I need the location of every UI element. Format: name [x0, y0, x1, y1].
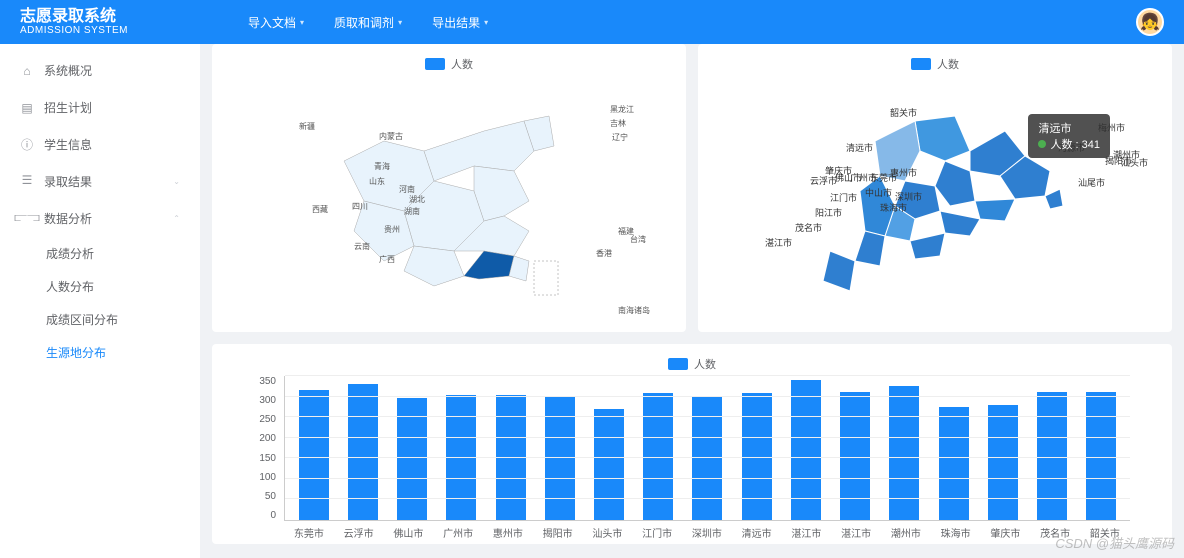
chevron-down-icon: ▾	[300, 18, 304, 27]
nav-admission[interactable]: 质取和调剂▾	[334, 14, 402, 31]
home-icon: ⌂	[20, 64, 34, 78]
list-icon: ☰	[20, 173, 34, 187]
guangdong-map[interactable]: 清远市 人数 : 341	[710, 76, 1160, 326]
sidebar-item-plan[interactable]: ▤招生计划	[0, 89, 200, 126]
sub-score-analysis[interactable]: 成绩分析	[0, 237, 200, 270]
bar[interactable]	[840, 392, 870, 520]
bar[interactable]	[594, 409, 624, 520]
bar[interactable]	[939, 407, 969, 520]
doc-icon: ▤	[20, 101, 34, 115]
china-map-panel: 人数 黑龙江	[212, 44, 686, 332]
y-axis: 350300250200150100500	[254, 376, 284, 521]
sidebar-item-student[interactable]: ⓘ学生信息	[0, 126, 200, 163]
sidebar: ⌂系统概况 ▤招生计划 ⓘ学生信息 ☰录取结果⌄ ⫍⫎数据分析⌃ 成绩分析 人数…	[0, 44, 200, 558]
bar[interactable]	[299, 390, 329, 520]
content: 人数 黑龙江	[200, 44, 1184, 558]
legend[interactable]: 人数	[224, 56, 674, 72]
bar-chart[interactable]: 350300250200150100500	[224, 376, 1160, 521]
logo: 志愿录取系统 ADMISSION SYSTEM	[20, 8, 128, 37]
china-map[interactable]: 黑龙江 吉林 辽宁 新疆 内蒙古 山东 西藏 青海 四川 云南 广西 贵州 福建…	[224, 76, 674, 326]
sidebar-item-result[interactable]: ☰录取结果⌄	[0, 163, 200, 200]
bar[interactable]	[348, 384, 378, 520]
bar[interactable]	[889, 386, 919, 520]
chevron-down-icon: ▾	[398, 18, 402, 27]
chevron-up-icon: ⌃	[173, 214, 180, 223]
sidebar-item-overview[interactable]: ⌂系统概况	[0, 52, 200, 89]
bar-chart-panel: 人数 350300250200150100500 东莞市云浮市佛山市广州市惠州市…	[212, 344, 1172, 544]
guangdong-map-panel: 人数 清远市 人数 : 341	[698, 44, 1172, 332]
legend[interactable]: 人数	[710, 56, 1160, 72]
sub-score-range[interactable]: 成绩区间分布	[0, 303, 200, 336]
sub-source-dist[interactable]: 生源地分布	[0, 336, 200, 369]
bar[interactable]	[1037, 392, 1067, 520]
header: 志愿录取系统 ADMISSION SYSTEM 导入文档▾ 质取和调剂▾ 导出结…	[0, 0, 1184, 44]
watermark: CSDN @猫头鹰源码	[1055, 533, 1174, 552]
app-title: 志愿录取系统	[20, 8, 128, 26]
map-tooltip: 清远市 人数 : 341	[1028, 114, 1110, 158]
chevron-down-icon: ▾	[484, 18, 488, 27]
x-axis: 东莞市云浮市佛山市广州市惠州市揭阳市汕头市江门市深圳市清远市湛江市湛江市潮州市珠…	[224, 525, 1160, 540]
nav-import[interactable]: 导入文档▾	[248, 14, 304, 31]
sub-count-dist[interactable]: 人数分布	[0, 270, 200, 303]
bar[interactable]	[988, 405, 1018, 520]
legend[interactable]: 人数	[224, 356, 1160, 372]
app-subtitle: ADMISSION SYSTEM	[20, 25, 128, 36]
bar[interactable]	[1086, 392, 1116, 520]
sidebar-item-analysis[interactable]: ⫍⫎数据分析⌃	[0, 200, 200, 237]
top-nav: 导入文档▾ 质取和调剂▾ 导出结果▾	[248, 14, 488, 31]
avatar[interactable]: 👧	[1136, 8, 1164, 36]
nav-export[interactable]: 导出结果▾	[432, 14, 488, 31]
chevron-down-icon: ⌄	[173, 177, 180, 186]
chart-icon: ⫍⫎	[20, 210, 34, 224]
info-icon: ⓘ	[20, 138, 34, 152]
